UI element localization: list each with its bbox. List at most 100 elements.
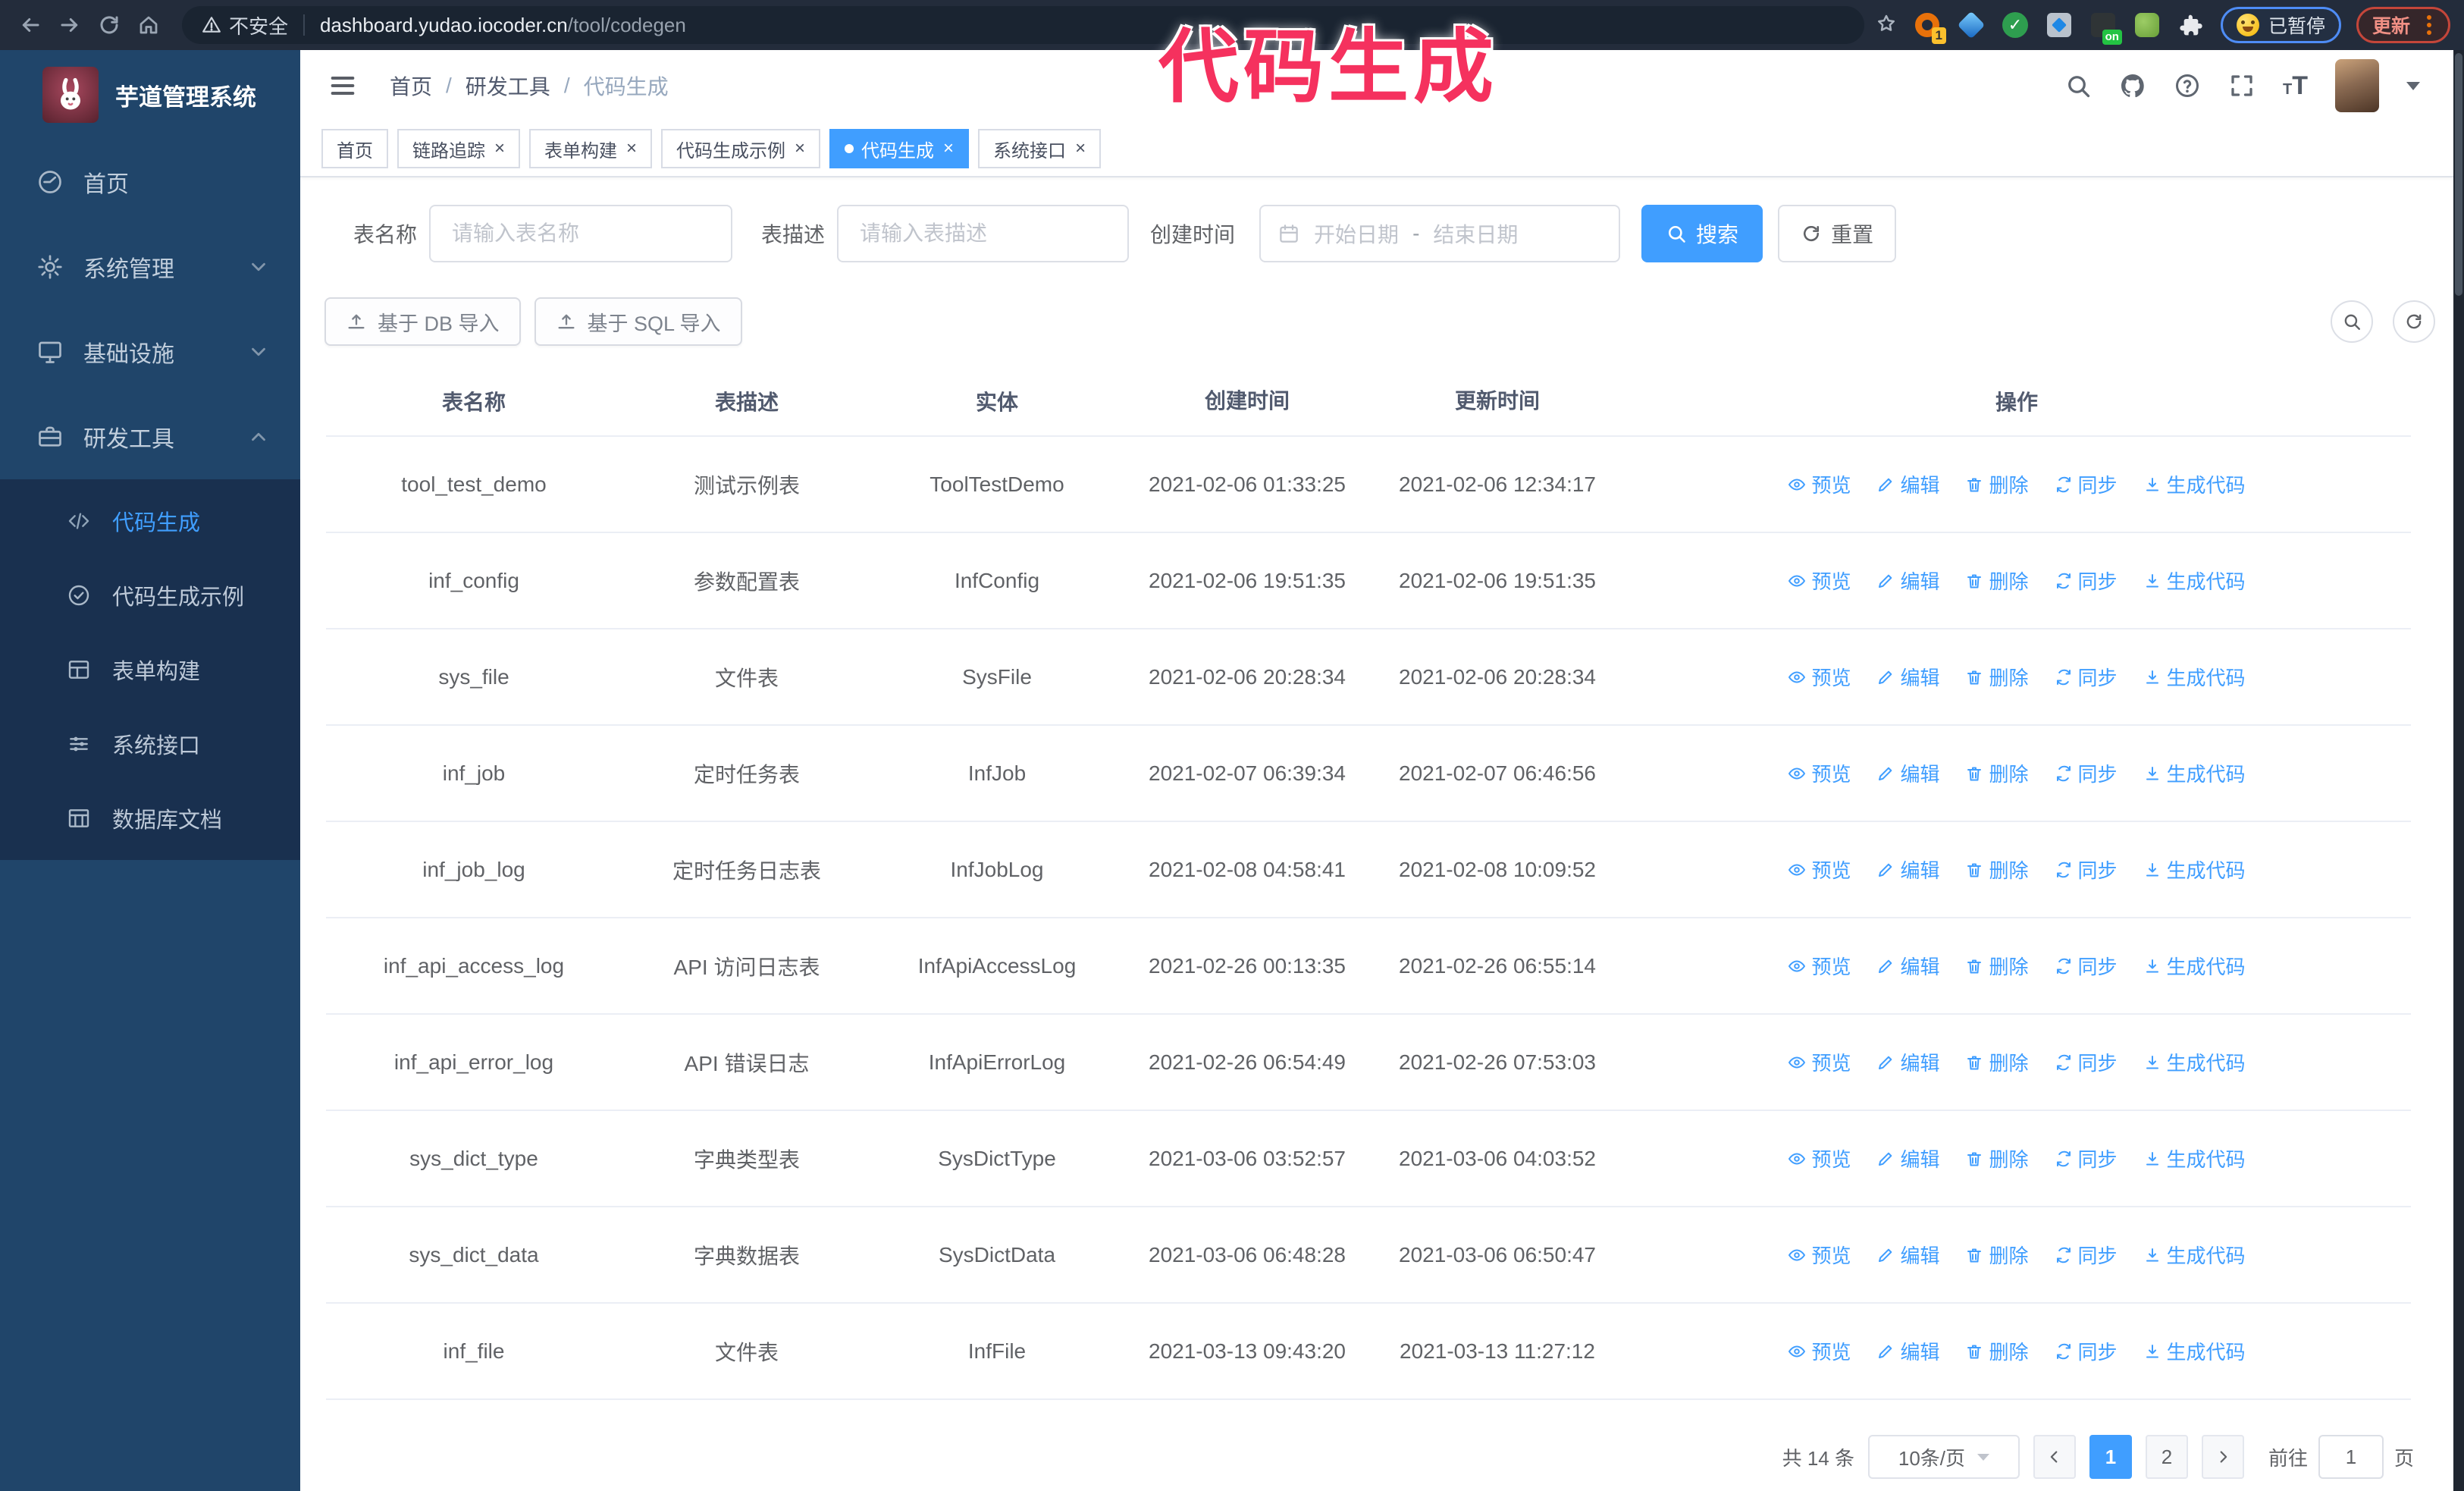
table-name-input[interactable] <box>429 205 733 262</box>
edit-link[interactable]: 编辑 <box>1876 1241 1939 1269</box>
delete-link[interactable]: 删除 <box>1965 1337 2029 1365</box>
sidebar-subitem-codegen[interactable]: 代码生成 <box>0 484 300 558</box>
db-import-button[interactable]: 基于 DB 导入 <box>324 297 521 346</box>
font-size-icon[interactable]: TT <box>2283 73 2308 99</box>
preview-link[interactable]: 预览 <box>1788 663 1851 691</box>
extension-icon-on[interactable]: on <box>2089 11 2122 45</box>
avatar-caret-icon[interactable] <box>2406 81 2420 90</box>
edit-link[interactable]: 编辑 <box>1876 1048 1939 1076</box>
preview-link[interactable]: 预览 <box>1788 470 1851 498</box>
sync-link[interactable]: 同步 <box>2055 759 2118 787</box>
fullscreen-icon[interactable] <box>2228 72 2256 99</box>
edit-link[interactable]: 编辑 <box>1876 1144 1939 1172</box>
preview-link[interactable]: 预览 <box>1788 855 1851 884</box>
table-desc-input[interactable] <box>837 205 1130 262</box>
toggle-search-button[interactable] <box>2331 300 2373 343</box>
hamburger-icon[interactable] <box>328 71 358 101</box>
edit-link[interactable]: 编辑 <box>1876 759 1939 787</box>
extension-icon-green[interactable] <box>2133 11 2161 39</box>
tab-form-builder[interactable]: 表单构建 × <box>529 129 653 168</box>
generate-code-link[interactable]: 生成代码 <box>2143 759 2246 787</box>
tab-codegen[interactable]: 代码生成 × <box>829 129 970 168</box>
delete-link[interactable]: 删除 <box>1965 1048 2029 1076</box>
breadcrumb-home[interactable]: 首页 <box>390 71 432 101</box>
update-browser-button[interactable]: 更新 <box>2356 7 2450 43</box>
delete-link[interactable]: 删除 <box>1965 1241 2029 1269</box>
preview-link[interactable]: 预览 <box>1788 567 1851 595</box>
browser-back-icon[interactable] <box>14 8 47 42</box>
close-icon[interactable]: × <box>795 138 805 159</box>
sidebar-item-dev-tools[interactable]: 研发工具 <box>0 394 300 479</box>
reset-button[interactable]: 重置 <box>1778 205 1897 262</box>
sync-link[interactable]: 同步 <box>2055 567 2118 595</box>
prev-page-button[interactable] <box>2033 1435 2076 1479</box>
date-range-picker[interactable]: 开始日期 - 结束日期 <box>1259 205 1621 262</box>
page-button-2[interactable]: 2 <box>2145 1435 2188 1479</box>
preview-link[interactable]: 预览 <box>1788 952 1851 980</box>
delete-link[interactable]: 删除 <box>1965 759 2029 787</box>
edit-link[interactable]: 编辑 <box>1876 1337 1939 1365</box>
goto-page-input[interactable] <box>2318 1435 2384 1479</box>
generate-code-link[interactable]: 生成代码 <box>2143 1241 2246 1269</box>
preview-link[interactable]: 预览 <box>1788 1337 1851 1365</box>
edit-link[interactable]: 编辑 <box>1876 663 1939 691</box>
page-size-select[interactable]: 10条/页 <box>1867 1435 2020 1479</box>
sync-link[interactable]: 同步 <box>2055 952 2118 980</box>
sidebar-subitem-form-builder[interactable]: 表单构建 <box>0 632 300 707</box>
extension-icon-orange[interactable]: 1 <box>1913 11 1946 44</box>
delete-link[interactable]: 删除 <box>1965 855 2029 884</box>
edit-link[interactable]: 编辑 <box>1876 470 1939 498</box>
close-icon[interactable]: × <box>1075 138 1086 159</box>
generate-code-link[interactable]: 生成代码 <box>2143 1337 2246 1365</box>
extension-icon-gem[interactable] <box>1957 11 1986 39</box>
close-icon[interactable]: × <box>626 138 637 159</box>
edit-link[interactable]: 编辑 <box>1876 855 1939 884</box>
security-chip[interactable]: 不安全 <box>202 11 288 39</box>
edit-link[interactable]: 编辑 <box>1876 567 1939 595</box>
preview-link[interactable]: 预览 <box>1788 1241 1851 1269</box>
sidebar-item-system-management[interactable]: 系统管理 <box>0 224 300 309</box>
address-bar[interactable]: 不安全 dashboard.yudao.iocoder.cn/tool/code… <box>182 6 1864 44</box>
delete-link[interactable]: 删除 <box>1965 663 2029 691</box>
extension-icon-grid[interactable] <box>2045 11 2074 39</box>
github-icon[interactable] <box>2119 72 2146 99</box>
delete-link[interactable]: 删除 <box>1965 1144 2029 1172</box>
delete-link[interactable]: 删除 <box>1965 470 2029 498</box>
search-button[interactable]: 搜索 <box>1641 205 1763 262</box>
delete-link[interactable]: 删除 <box>1965 567 2029 595</box>
page-button-1[interactable]: 1 <box>2089 1435 2132 1479</box>
start-date-placeholder[interactable]: 开始日期 <box>1314 218 1399 249</box>
next-page-button[interactable] <box>2201 1435 2244 1479</box>
bookmark-star-icon[interactable] <box>1875 12 1898 39</box>
sync-link[interactable]: 同步 <box>2055 1144 2118 1172</box>
sync-link[interactable]: 同步 <box>2055 855 2118 884</box>
end-date-placeholder[interactable]: 结束日期 <box>1433 218 1518 249</box>
sql-import-button[interactable]: 基于 SQL 导入 <box>534 297 742 346</box>
generate-code-link[interactable]: 生成代码 <box>2143 567 2246 595</box>
tab-codegen-example[interactable]: 代码生成示例 × <box>661 129 821 168</box>
sync-link[interactable]: 同步 <box>2055 663 2118 691</box>
generate-code-link[interactable]: 生成代码 <box>2143 952 2246 980</box>
tab-system-api[interactable]: 系统接口 × <box>978 129 1102 168</box>
extension-icon-check[interactable]: ✓ <box>2001 11 2030 39</box>
browser-reload-icon[interactable] <box>92 8 126 42</box>
browser-forward-icon[interactable] <box>53 8 86 42</box>
paused-profile-chip[interactable]: 已暂停 <box>2220 7 2341 43</box>
tab-trace[interactable]: 链路追踪 × <box>397 129 521 168</box>
browser-menu-icon[interactable] <box>2427 23 2431 27</box>
generate-code-link[interactable]: 生成代码 <box>2143 1144 2246 1172</box>
sidebar-item-home[interactable]: 首页 <box>0 140 300 224</box>
preview-link[interactable]: 预览 <box>1788 1144 1851 1172</box>
generate-code-link[interactable]: 生成代码 <box>2143 1048 2246 1076</box>
generate-code-link[interactable]: 生成代码 <box>2143 855 2246 884</box>
breadcrumb-dev-tools[interactable]: 研发工具 <box>466 71 550 101</box>
generate-code-link[interactable]: 生成代码 <box>2143 470 2246 498</box>
avatar[interactable] <box>2335 59 2379 112</box>
close-icon[interactable]: × <box>943 138 954 159</box>
preview-link[interactable]: 预览 <box>1788 1048 1851 1076</box>
sidebar-item-infrastructure[interactable]: 基础设施 <box>0 309 300 394</box>
edit-link[interactable]: 编辑 <box>1876 952 1939 980</box>
sidebar-subitem-database-docs[interactable]: 数据库文档 <box>0 781 300 855</box>
sidebar-subitem-system-api[interactable]: 系统接口 <box>0 707 300 781</box>
delete-link[interactable]: 删除 <box>1965 952 2029 980</box>
